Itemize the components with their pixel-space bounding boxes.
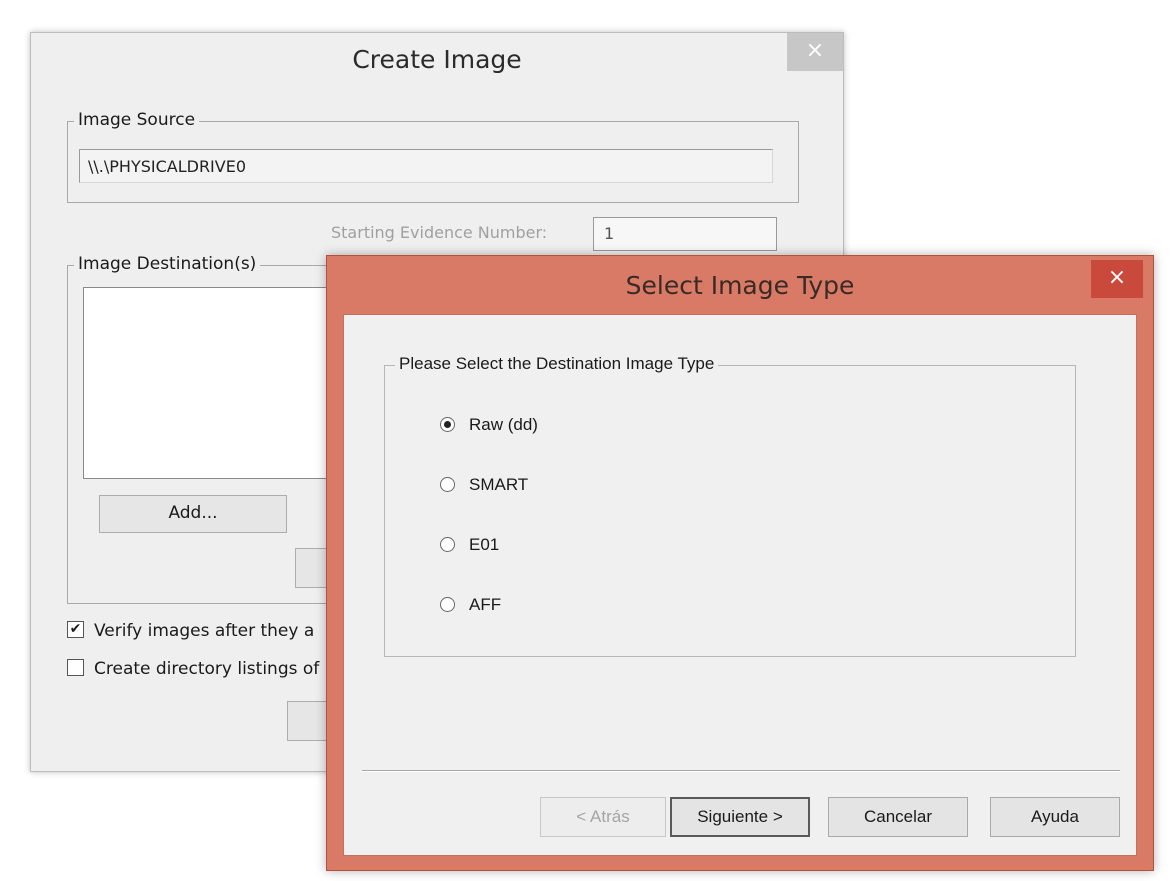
destination-type-label: Please Select the Destination Image Type [395,354,719,374]
radio-option-aff[interactable]: AFF [440,595,501,615]
radio-label-smart: SMART [469,475,529,494]
image-source-field[interactable]: \\.\PHYSICALDRIVE0 [79,149,773,183]
image-destinations-label: Image Destination(s) [74,254,261,274]
back-button[interactable]: < Atrás [540,797,666,837]
close-icon[interactable]: × [1091,260,1143,298]
radio-option-smart[interactable]: SMART [440,475,528,495]
add-destination-button[interactable]: Add... [99,495,287,533]
radio-option-e01[interactable]: E01 [440,535,499,555]
radio-button[interactable] [440,477,455,493]
starting-evidence-number-label: Starting Evidence Number: [331,223,548,242]
radio-button[interactable] [440,537,455,553]
radio-option-raw[interactable]: Raw (dd) [440,415,538,435]
create-image-title: Create Image [352,45,522,74]
radio-button[interactable] [440,597,455,613]
dialog-body: Please Select the Destination Image Type… [343,314,1137,856]
help-button[interactable]: Ayuda [990,797,1120,837]
directory-listings-label: Create directory listings of [94,659,320,679]
close-icon[interactable]: × [787,33,843,71]
next-button[interactable]: Siguiente > [670,797,810,837]
radio-label-raw: Raw (dd) [469,415,538,434]
directory-listings-checkbox[interactable] [67,659,84,676]
select-image-type-title: Select Image Type [625,271,855,300]
footer-divider [362,770,1120,772]
starting-evidence-number-input[interactable]: 1 [593,217,777,251]
verify-images-checkbox[interactable]: ✔ [67,621,84,638]
radio-label-aff: AFF [469,595,502,614]
image-source-label: Image Source [74,110,200,130]
cancel-button[interactable]: Cancelar [828,797,968,837]
radio-button-selected[interactable] [440,417,455,433]
verify-images-label: Verify images after they a [94,621,315,641]
radio-label-e01: E01 [469,535,500,554]
select-image-type-dialog: Select Image Type × Please Select the De… [326,255,1154,871]
